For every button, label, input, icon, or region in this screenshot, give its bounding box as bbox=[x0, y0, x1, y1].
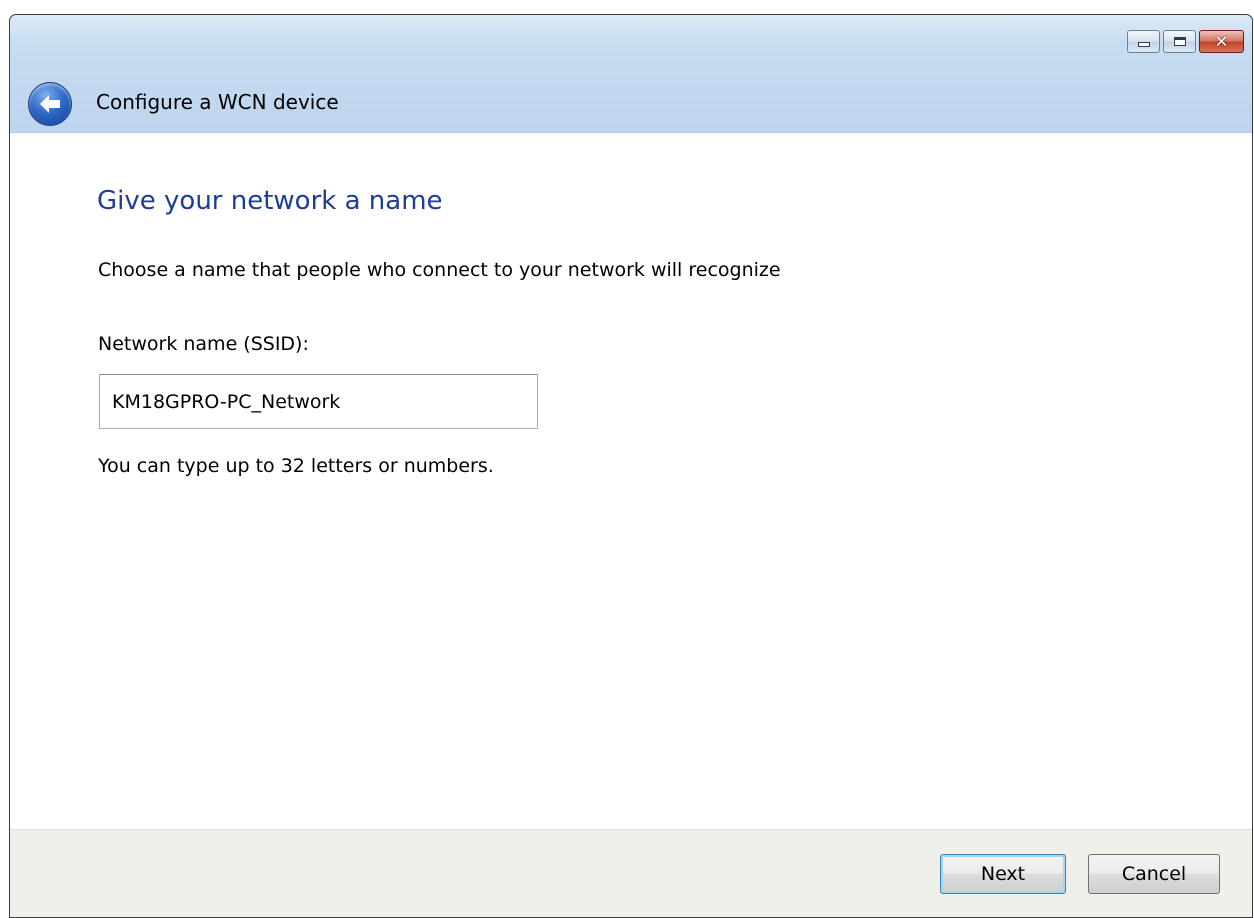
page-heading: Give your network a name bbox=[97, 186, 443, 216]
ssid-label: Network name (SSID): bbox=[98, 333, 309, 355]
close-button[interactable]: ✕ bbox=[1199, 30, 1244, 53]
wizard-footer: Next Cancel bbox=[10, 829, 1252, 917]
next-button[interactable]: Next bbox=[940, 854, 1066, 894]
caption-buttons: ✕ bbox=[1127, 30, 1244, 53]
minimize-icon bbox=[1137, 42, 1150, 47]
ssid-hint: You can type up to 32 letters or numbers… bbox=[98, 455, 494, 477]
cancel-button[interactable]: Cancel bbox=[1088, 854, 1220, 894]
maximize-icon bbox=[1173, 37, 1186, 46]
ssid-input[interactable] bbox=[99, 374, 538, 429]
title-bar: ✕ Configure a WCN device bbox=[10, 15, 1252, 132]
instruction-text: Choose a name that people who connect to… bbox=[98, 259, 781, 281]
back-arrow-icon bbox=[40, 95, 60, 113]
window-title: Configure a WCN device bbox=[96, 90, 339, 114]
wizard-content: Give your network a name Choose a name t… bbox=[10, 132, 1252, 829]
minimize-button[interactable] bbox=[1127, 30, 1160, 53]
maximize-button[interactable] bbox=[1163, 30, 1196, 53]
back-button[interactable] bbox=[28, 82, 72, 126]
close-icon: ✕ bbox=[1214, 31, 1229, 51]
wizard-window: ✕ Configure a WCN device Give your netwo… bbox=[9, 14, 1253, 918]
